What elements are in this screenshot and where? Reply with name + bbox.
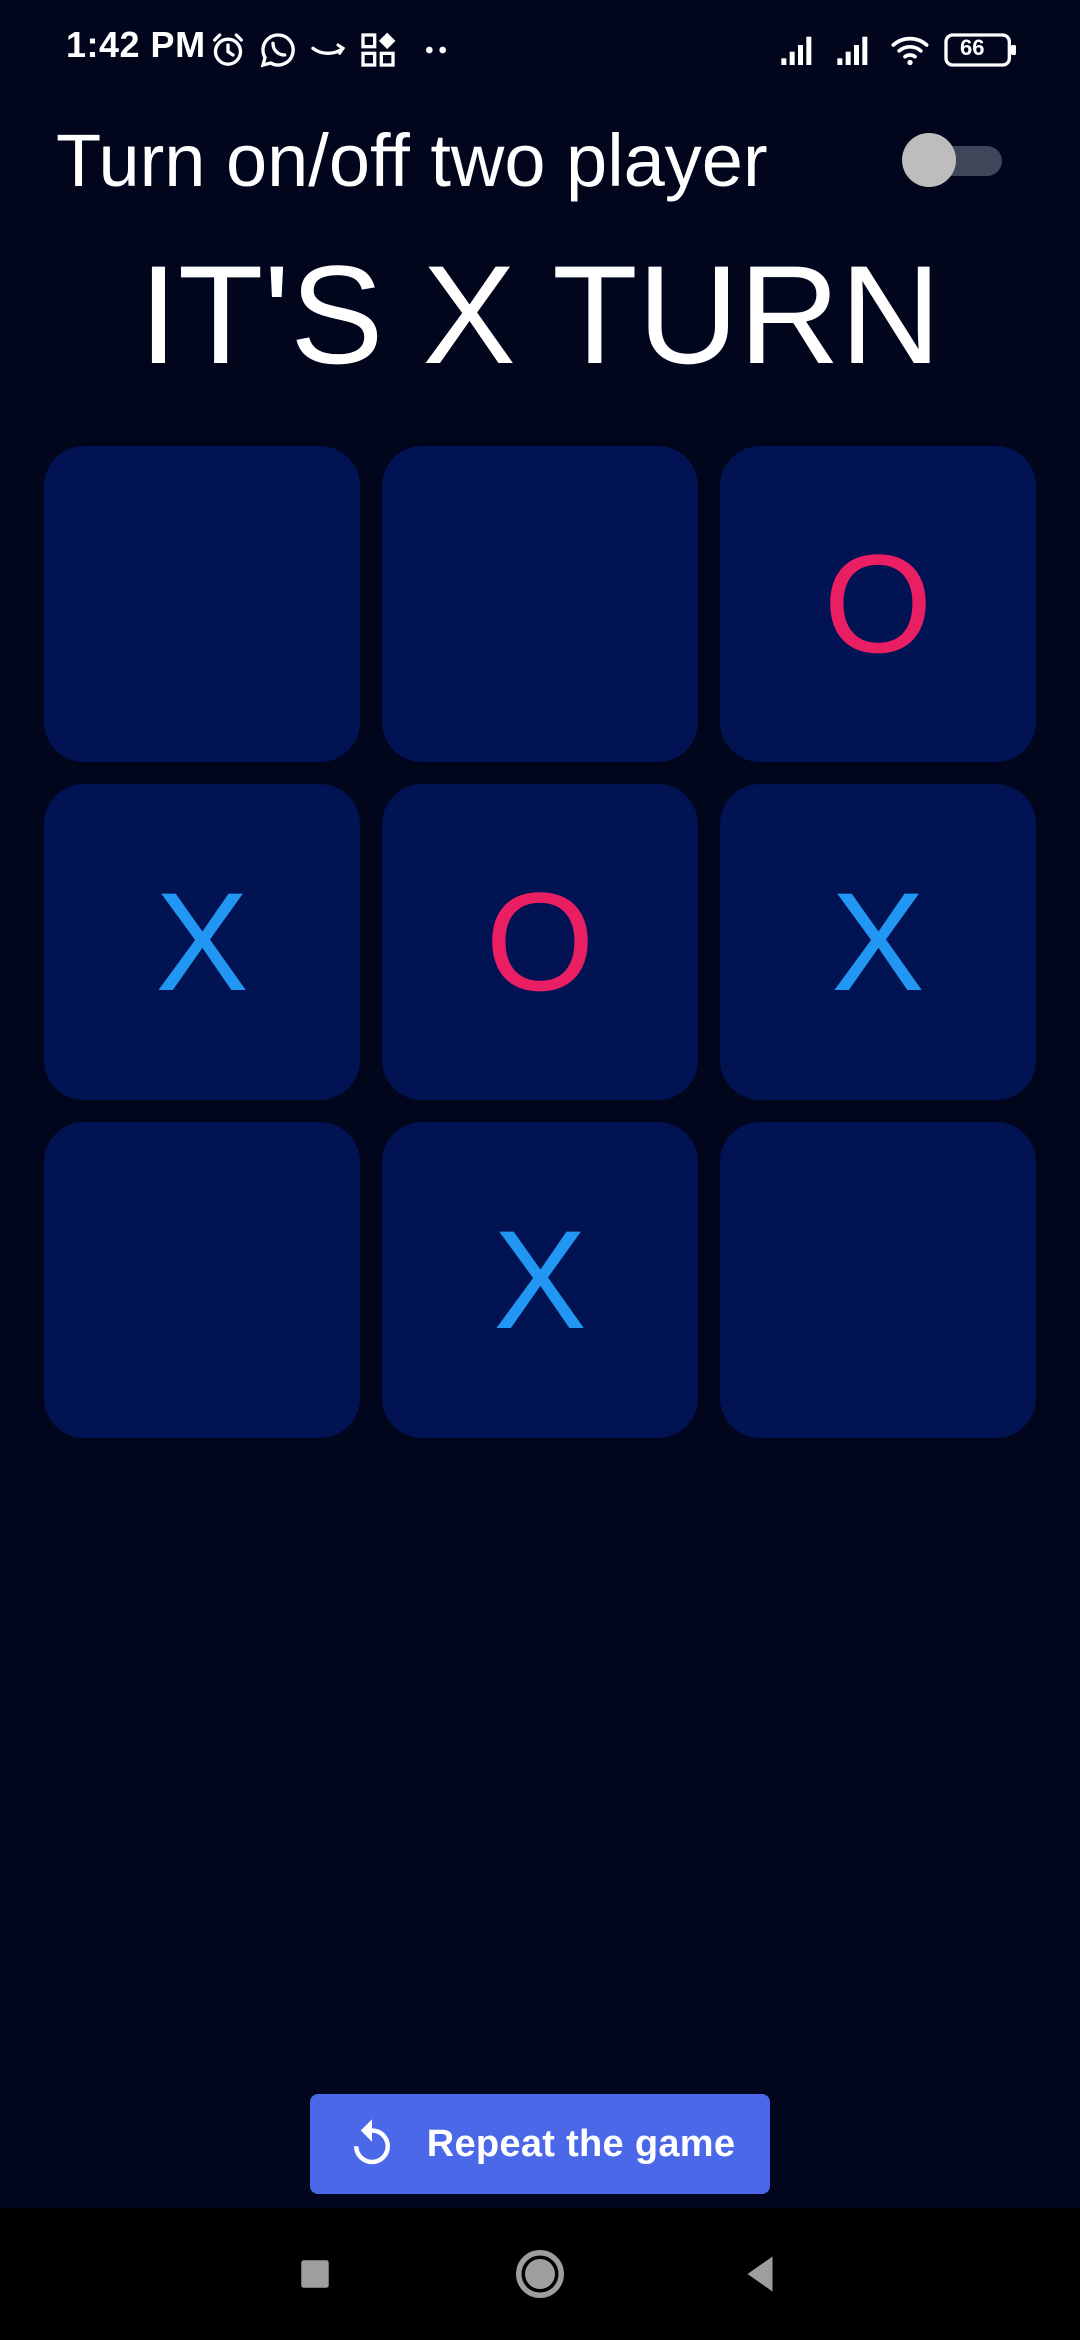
whatsapp-icon (258, 30, 298, 70)
board-cell-5[interactable]: X (720, 784, 1036, 1100)
home-icon[interactable] (510, 2244, 570, 2304)
game-board: O X O X X (44, 446, 1036, 1438)
status-time: 1:42 PM (66, 24, 206, 65)
two-player-row: Turn on/off two player (56, 110, 1026, 210)
alarm-icon (208, 30, 248, 70)
board-cell-1[interactable] (382, 446, 698, 762)
two-player-toggle[interactable] (902, 130, 1002, 190)
app-grid-icon (358, 30, 398, 70)
repeat-game-label: Repeat the game (426, 2122, 736, 2165)
board-cell-0[interactable] (44, 446, 360, 762)
recent-apps-icon[interactable] (285, 2244, 345, 2304)
board-cell-3[interactable]: X (44, 784, 360, 1100)
more-dots-icon (416, 30, 456, 70)
board-cell-7[interactable]: X (382, 1122, 698, 1438)
battery-level: 66 (960, 35, 985, 60)
board-cell-6[interactable] (44, 1122, 360, 1438)
amazon-icon (308, 30, 348, 70)
wifi-icon (890, 30, 930, 70)
board-cell-4[interactable]: O (382, 784, 698, 1100)
status-bar: 1:42 PM 66 (0, 0, 1080, 100)
repeat-game-button[interactable]: Repeat the game (310, 2094, 770, 2194)
board-cell-8[interactable] (720, 1122, 1036, 1438)
app-screen: 1:42 PM 66 Turn on/off two player IT'S X… (0, 0, 1080, 2340)
toggle-thumb (902, 133, 956, 187)
turn-indicator: IT'S X TURN (139, 236, 941, 393)
signal-icon (778, 30, 818, 70)
board-cell-2[interactable]: O (720, 446, 1036, 762)
replay-icon (345, 2117, 399, 2171)
back-icon[interactable] (730, 2244, 790, 2304)
system-nav-bar (0, 2208, 1080, 2340)
two-player-label: Turn on/off two player (56, 119, 768, 202)
signal-icon (834, 30, 874, 70)
